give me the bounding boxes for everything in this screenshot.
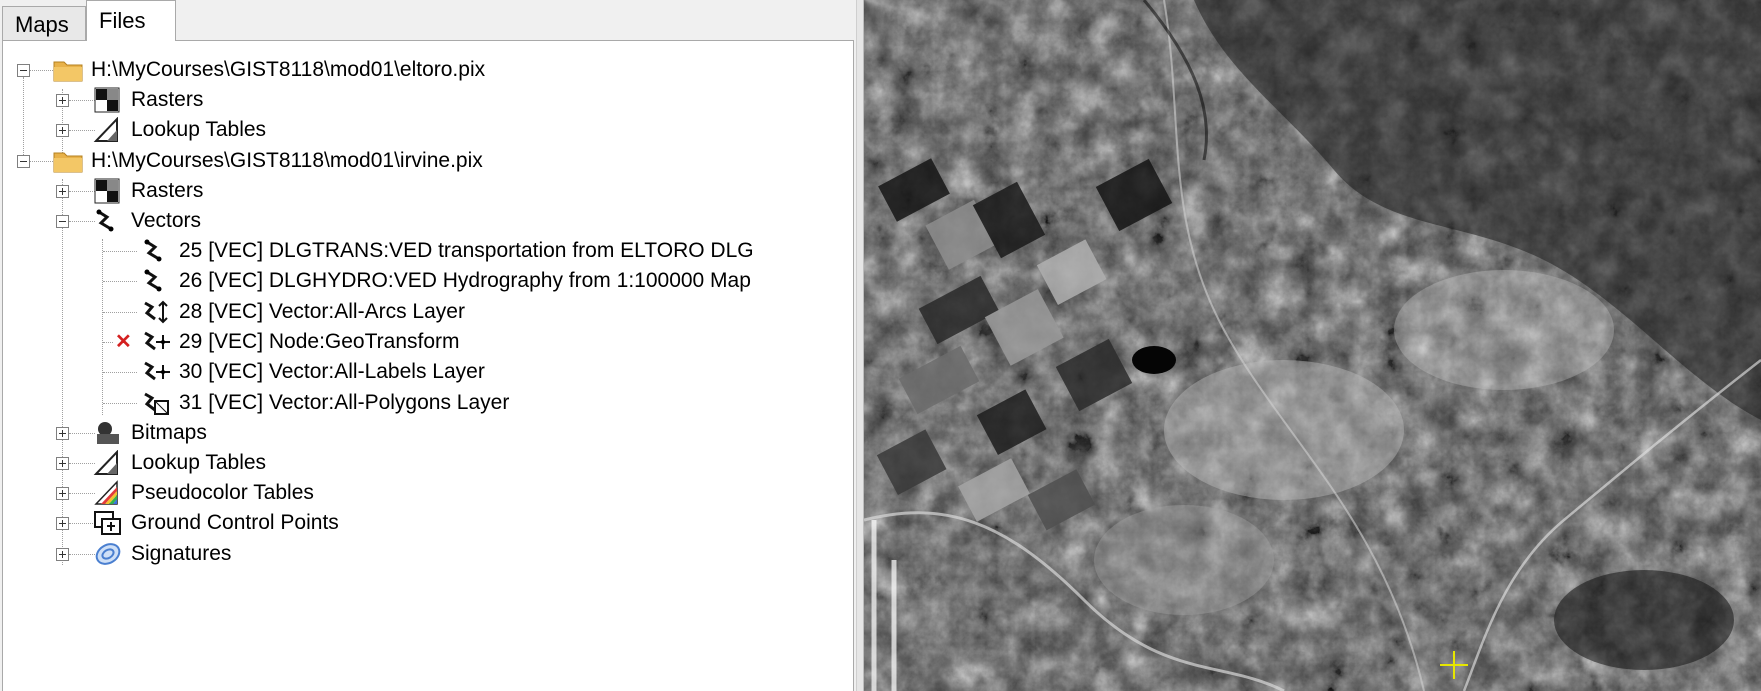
expand-toggle[interactable] bbox=[56, 185, 69, 198]
tree-node-lookup[interactable]: Lookup Tables bbox=[93, 115, 266, 145]
tree-node-rasters[interactable]: Rasters bbox=[93, 176, 203, 206]
tree-node-rasters[interactable]: Rasters bbox=[93, 85, 203, 115]
tree-node-label: Signatures bbox=[131, 542, 232, 565]
tree-node-irvine[interactable]: H:\MyCourses\GIST8118\mod01\irvine.pix bbox=[53, 146, 483, 176]
vector-labels-icon bbox=[144, 361, 170, 381]
tree-node-label: 29 [VEC] Node:GeoTransform bbox=[179, 330, 460, 353]
tree-node-eltoro[interactable]: H:\MyCourses\GIST8118\mod01\eltoro.pix bbox=[53, 55, 485, 85]
tree-node-label: 25 [VEC] DLGTRANS:VED transportation fro… bbox=[179, 239, 754, 262]
vector-layer-29[interactable]: 29 [VEC] Node:GeoTransform bbox=[141, 327, 460, 357]
tree-node-label: 30 [VEC] Vector:All-Labels Layer bbox=[179, 360, 485, 383]
tree-node-label: H:\MyCourses\GIST8118\mod01\irvine.pix bbox=[91, 149, 483, 172]
signature-icon bbox=[95, 543, 121, 565]
vector-icon bbox=[144, 239, 162, 262]
tree-node-label: Lookup Tables bbox=[131, 118, 267, 141]
tree-node-pseudocolor[interactable]: Pseudocolor Tables bbox=[93, 478, 314, 508]
vector-arcs-icon bbox=[144, 300, 168, 324]
vector-layer-26[interactable]: 26 [VEC] DLGHYDRO:VED Hydrography from 1… bbox=[141, 266, 751, 296]
pseudocolor-icon bbox=[94, 480, 118, 505]
tree-node-label: Vectors bbox=[131, 209, 202, 232]
tree-node-label: Ground Control Points bbox=[131, 511, 339, 534]
tree-node-label: Rasters bbox=[131, 88, 204, 111]
tree-node-label: Bitmaps bbox=[131, 421, 207, 444]
expand-toggle[interactable] bbox=[56, 517, 69, 530]
vector-polygons-icon bbox=[144, 392, 169, 415]
tree-node-label: Lookup Tables bbox=[131, 451, 267, 474]
tree-node-label: 31 [VEC] Vector:All-Polygons Layer bbox=[179, 391, 510, 414]
satellite-image bbox=[864, 0, 1761, 691]
satellite-image-view[interactable] bbox=[864, 0, 1761, 691]
lookup-table-icon bbox=[93, 450, 118, 475]
panel-splitter[interactable] bbox=[856, 0, 864, 691]
expand-toggle[interactable] bbox=[56, 457, 69, 470]
tree-node-label: 26 [VEC] DLGHYDRO:VED Hydrography from 1… bbox=[179, 269, 751, 292]
folder-icon bbox=[53, 61, 83, 82]
expand-toggle[interactable] bbox=[56, 94, 69, 107]
vector-layer-31[interactable]: 31 [VEC] Vector:All-Polygons Layer bbox=[141, 388, 509, 418]
tree-node-label: 28 [VEC] Vector:All-Arcs Layer bbox=[179, 300, 465, 323]
vector-layer-28[interactable]: 28 [VEC] Vector:All-Arcs Layer bbox=[141, 297, 465, 327]
tree-node-signatures[interactable]: Signatures bbox=[93, 539, 231, 569]
tab-maps[interactable]: Maps bbox=[2, 6, 86, 40]
tree-node-label: H:\MyCourses\GIST8118\mod01\eltoro.pix bbox=[91, 58, 486, 81]
expand-toggle[interactable] bbox=[56, 548, 69, 561]
lookup-table-icon bbox=[93, 117, 118, 142]
tree-node-bitmaps[interactable]: Bitmaps bbox=[93, 418, 207, 448]
expand-toggle[interactable] bbox=[56, 487, 69, 500]
raster-icon bbox=[94, 178, 120, 204]
tree-node-gcp[interactable]: Ground Control Points bbox=[93, 508, 339, 538]
vector-nodes-icon bbox=[144, 331, 170, 351]
vector-icon bbox=[96, 209, 114, 232]
tree-node-vectors[interactable]: Vectors bbox=[93, 206, 201, 236]
tree-node-label: Pseudocolor Tables bbox=[131, 481, 314, 504]
vector-layer-25[interactable]: 25 [VEC] DLGTRANS:VED transportation fro… bbox=[141, 236, 754, 266]
collapse-toggle[interactable] bbox=[56, 215, 69, 228]
tab-strip: Maps Files bbox=[0, 0, 860, 41]
expand-toggle[interactable] bbox=[56, 427, 69, 440]
red-x-icon: ✕ bbox=[115, 331, 132, 353]
tree-node-label: Rasters bbox=[131, 179, 204, 202]
vector-icon bbox=[144, 269, 162, 292]
vector-layer-30[interactable]: 30 [VEC] Vector:All-Labels Layer bbox=[141, 357, 485, 387]
tree-node-lookup[interactable]: Lookup Tables bbox=[93, 448, 266, 478]
gcp-icon bbox=[94, 511, 121, 535]
files-tree-panel: H:\MyCourses\GIST8118\mod01\eltoro.pix R… bbox=[2, 40, 854, 691]
bitmap-icon bbox=[97, 422, 119, 444]
collapse-toggle[interactable] bbox=[17, 64, 30, 77]
tab-files[interactable]: Files bbox=[86, 0, 176, 41]
folder-icon bbox=[53, 152, 83, 173]
collapse-toggle[interactable] bbox=[17, 155, 30, 168]
raster-icon bbox=[94, 87, 120, 113]
expand-toggle[interactable] bbox=[56, 124, 69, 137]
